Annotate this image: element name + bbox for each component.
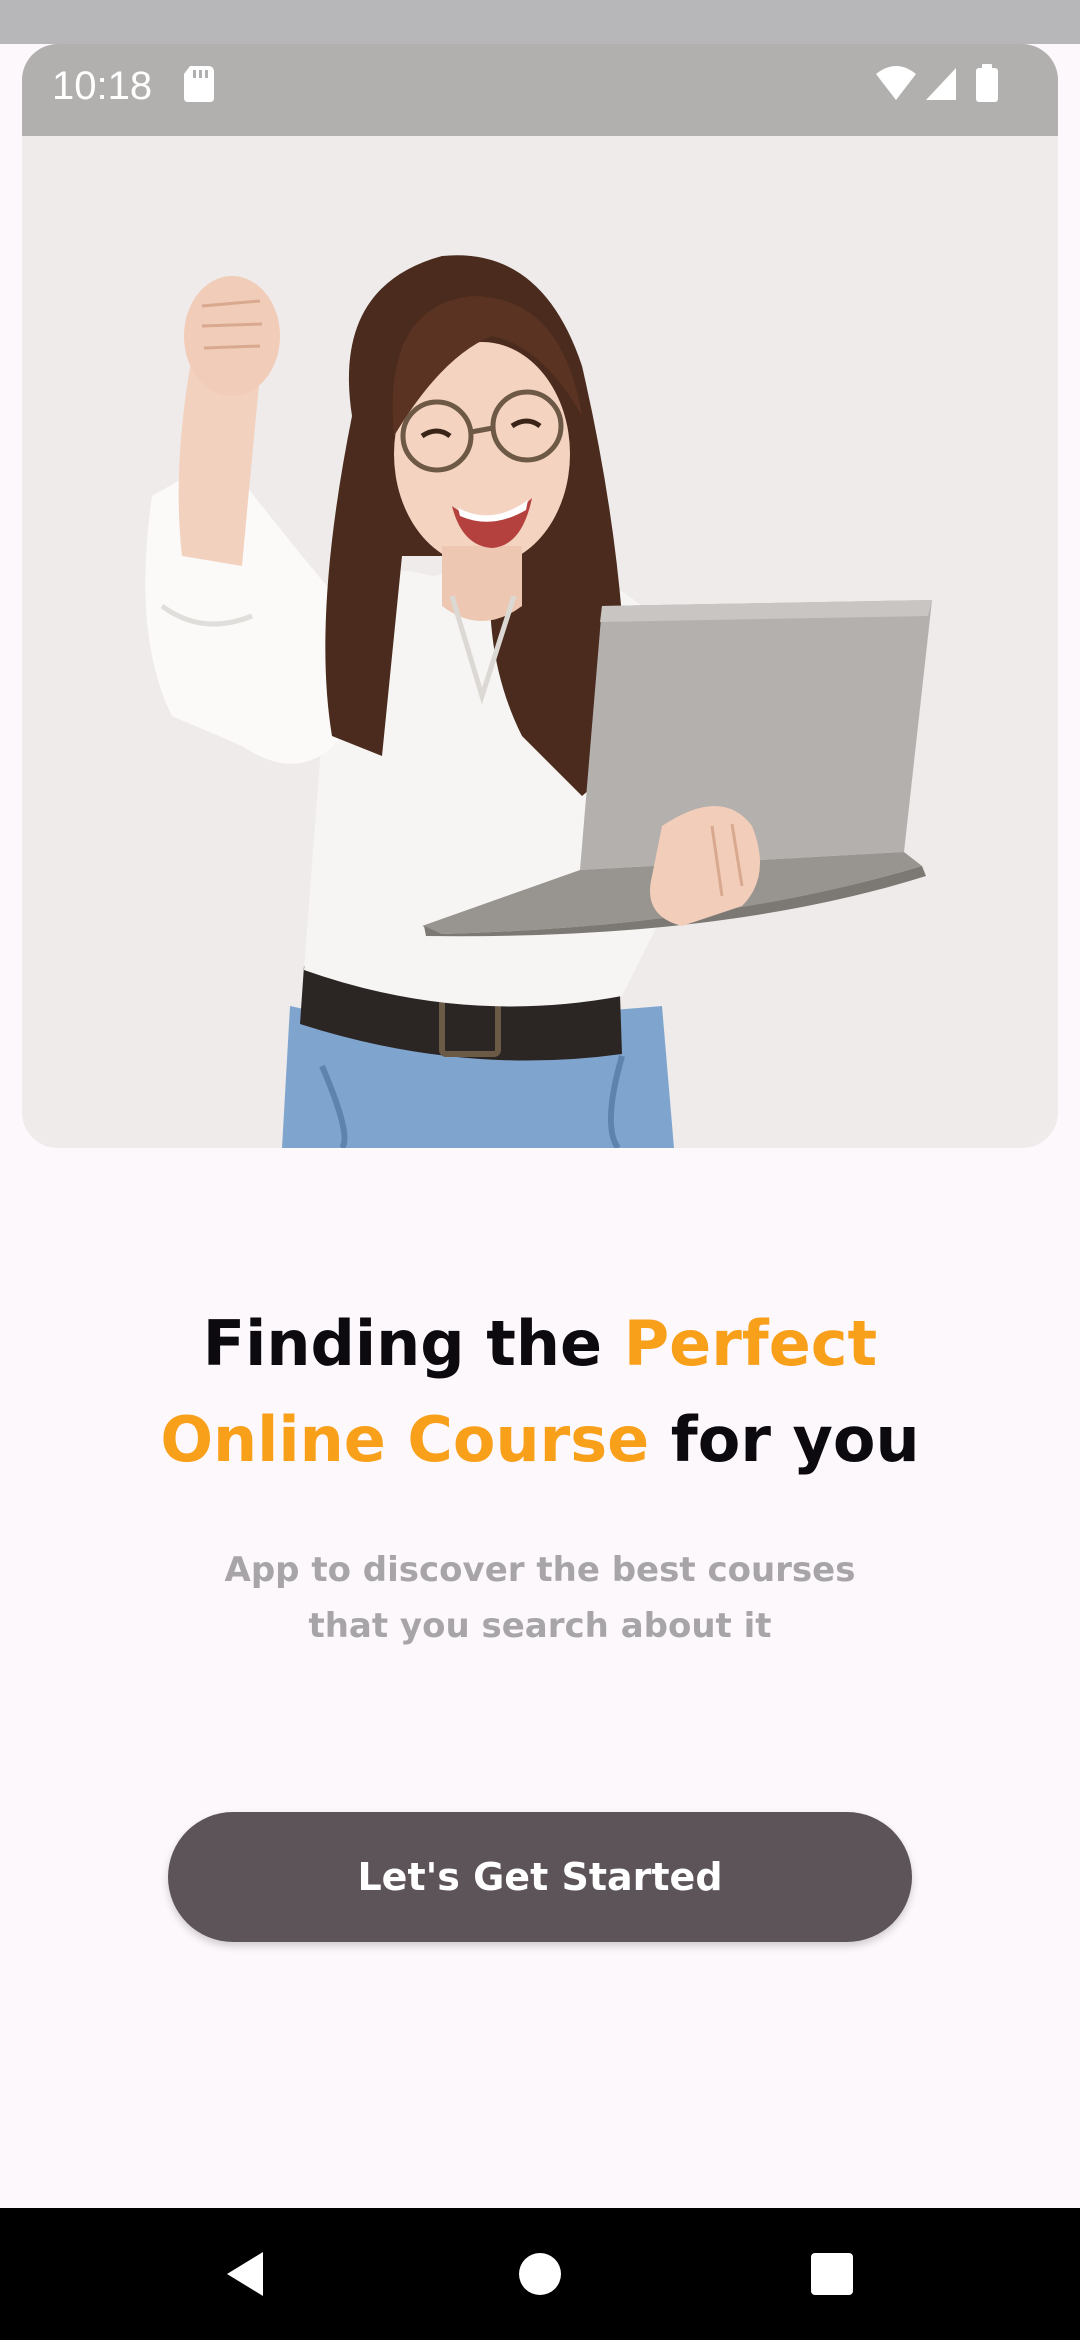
cellular-signal-icon (926, 68, 956, 100)
status-bar: 10:18 (22, 44, 1058, 136)
battery-icon (976, 64, 998, 102)
headline-accent-course: Online Course (160, 1403, 650, 1476)
recents-icon[interactable] (762, 2208, 902, 2340)
status-time: 10:18 (52, 64, 153, 108)
hero-card: 10:18 (22, 44, 1058, 1148)
hero-image (22, 136, 1058, 1148)
headline-accent-perfect: Perfect (623, 1307, 878, 1380)
sd-card-icon (184, 66, 214, 107)
fist-shape (184, 276, 280, 396)
home-icon[interactable] (470, 2208, 610, 2340)
wifi-icon (876, 66, 916, 100)
headline-line-1: Finding the Perfect (202, 1307, 878, 1380)
navigation-bar (0, 2208, 1080, 2340)
get-started-button[interactable]: Let's Get Started (168, 1812, 912, 1942)
headline-line-2: Online Course for you (160, 1403, 920, 1476)
top-background (0, 0, 1080, 44)
headline: Finding the Perfect Online Course for yo… (0, 1296, 1080, 1488)
subtitle-line-1: App to discover the best courses (224, 1550, 856, 1590)
subtitle: App to discover the best courses that yo… (140, 1542, 940, 1654)
back-icon[interactable] (175, 2208, 315, 2340)
subtitle-line-2: that you search about it (308, 1606, 772, 1646)
status-icons (874, 64, 1024, 113)
